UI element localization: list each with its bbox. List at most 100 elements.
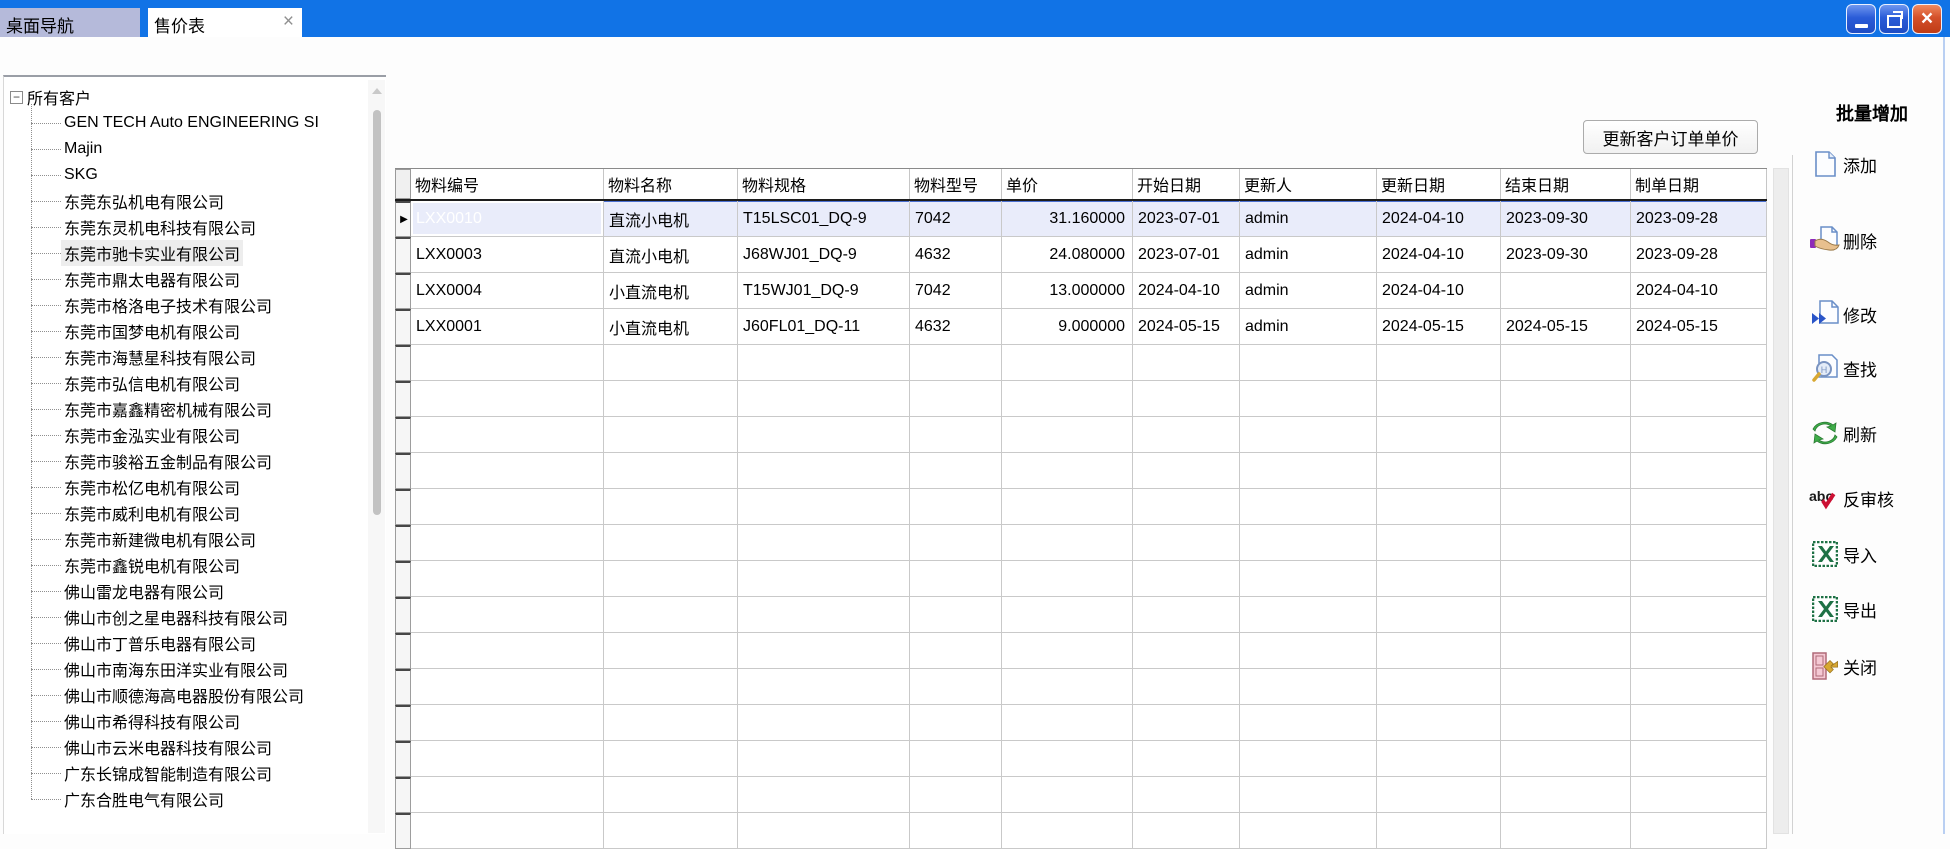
tree-root-all-customers[interactable]: − 所有客户 <box>4 84 386 110</box>
table-cell[interactable] <box>738 705 910 741</box>
table-cell[interactable] <box>910 453 1002 489</box>
table-cell[interactable]: 2023-09-30 <box>1501 201 1631 237</box>
table-cell[interactable]: 2023-09-30 <box>1501 237 1631 273</box>
table-cell[interactable] <box>1631 489 1767 525</box>
table-cell[interactable] <box>604 453 738 489</box>
column-header-9[interactable]: 结束日期 <box>1501 169 1631 199</box>
table-cell[interactable] <box>910 597 1002 633</box>
table-row[interactable] <box>395 705 1767 741</box>
table-cell[interactable] <box>738 489 910 525</box>
table-cell[interactable]: 4632 <box>910 309 1002 345</box>
tree-item-customer[interactable]: 广东长锦成智能制造有限公司 <box>31 760 386 786</box>
column-header-10[interactable]: 制单日期 <box>1631 169 1767 199</box>
tree-item-customer[interactable]: 佛山市云米电器科技有限公司 <box>31 734 386 760</box>
table-cell[interactable] <box>1631 669 1767 705</box>
table-cell[interactable] <box>411 561 604 597</box>
table-cell[interactable] <box>1240 417 1377 453</box>
table-cell[interactable] <box>1377 345 1501 381</box>
table-cell[interactable] <box>1377 597 1501 633</box>
scroll-up-icon[interactable] <box>372 88 382 94</box>
tree-item-customer[interactable]: 东莞市弘信电机有限公司 <box>31 370 386 396</box>
row-header-cell[interactable]: ▶ <box>395 201 411 237</box>
table-cell[interactable] <box>1240 453 1377 489</box>
table-cell[interactable]: LXX0001 <box>411 309 604 345</box>
table-cell[interactable] <box>1501 453 1631 489</box>
table-cell[interactable] <box>411 489 604 525</box>
tree-item-customer[interactable]: SKG <box>31 162 386 188</box>
delete-hand-button[interactable]: 删除 <box>1808 224 1877 256</box>
table-cell[interactable] <box>1631 813 1767 849</box>
table-cell[interactable] <box>1002 345 1133 381</box>
table-cell[interactable]: 直流小电机 <box>604 201 738 237</box>
table-cell[interactable] <box>910 561 1002 597</box>
table-cell[interactable] <box>1501 705 1631 741</box>
table-cell[interactable] <box>604 381 738 417</box>
table-cell[interactable] <box>604 417 738 453</box>
table-cell[interactable] <box>910 525 1002 561</box>
table-row[interactable] <box>395 633 1767 669</box>
table-cell[interactable] <box>1631 705 1767 741</box>
table-cell[interactable] <box>1631 381 1767 417</box>
table-row[interactable] <box>395 453 1767 489</box>
grid-scrollbar[interactable] <box>1773 168 1789 834</box>
table-cell[interactable] <box>910 669 1002 705</box>
tree-item-customer[interactable]: 东莞市海慧星科技有限公司 <box>31 344 386 370</box>
tree-item-customer[interactable]: 东莞市鑫锐电机有限公司 <box>31 552 386 578</box>
table-cell[interactable]: T15LSC01_DQ-9 <box>738 201 910 237</box>
table-cell[interactable] <box>411 669 604 705</box>
tree-item-customer[interactable]: 东莞市威利电机有限公司 <box>31 500 386 526</box>
tree-item-customer[interactable]: 东莞市嘉鑫精密机械有限公司 <box>31 396 386 422</box>
table-cell[interactable] <box>411 381 604 417</box>
table-cell[interactable] <box>910 489 1002 525</box>
row-header-cell[interactable] <box>395 705 411 741</box>
table-cell[interactable] <box>1133 561 1240 597</box>
table-cell[interactable]: admin <box>1240 273 1377 309</box>
table-cell[interactable] <box>1501 669 1631 705</box>
table-cell[interactable] <box>738 741 910 777</box>
table-cell[interactable] <box>1501 489 1631 525</box>
table-cell[interactable] <box>910 813 1002 849</box>
table-cell[interactable]: 31.160000 <box>1002 201 1133 237</box>
table-cell[interactable] <box>1501 561 1631 597</box>
table-cell[interactable] <box>1501 633 1631 669</box>
tree-item-customer[interactable]: 佛山市南海东田洋实业有限公司 <box>31 656 386 682</box>
row-header-cell[interactable] <box>395 489 411 525</box>
table-cell[interactable] <box>1501 777 1631 813</box>
table-cell[interactable] <box>1631 525 1767 561</box>
table-cell[interactable] <box>604 597 738 633</box>
tree-item-customer[interactable]: 东莞市松亿电机有限公司 <box>31 474 386 500</box>
table-cell[interactable]: 2024-05-15 <box>1377 309 1501 345</box>
table-cell[interactable] <box>604 345 738 381</box>
row-header-cell[interactable] <box>395 633 411 669</box>
table-cell[interactable] <box>1133 345 1240 381</box>
table-cell[interactable] <box>1240 669 1377 705</box>
table-cell[interactable] <box>1377 381 1501 417</box>
table-cell[interactable] <box>738 561 910 597</box>
table-cell[interactable] <box>1501 741 1631 777</box>
table-row[interactable]: LXX0003直流小电机J68WJ01_DQ-9463224.080000202… <box>395 237 1767 273</box>
table-cell[interactable]: LXX0004 <box>411 273 604 309</box>
table-cell[interactable]: 9.000000 <box>1002 309 1133 345</box>
table-cell[interactable] <box>1133 525 1240 561</box>
table-row[interactable] <box>395 777 1767 813</box>
tree-item-customer[interactable]: 东莞市新建微电机有限公司 <box>31 526 386 552</box>
table-cell[interactable] <box>1133 741 1240 777</box>
table-cell[interactable]: admin <box>1240 201 1377 237</box>
unaudit-button[interactable]: abc反审核 <box>1808 482 1894 514</box>
tree-item-customer[interactable]: Majin <box>31 136 386 162</box>
table-cell[interactable] <box>411 345 604 381</box>
tree-item-customer[interactable]: 佛山市希得科技有限公司 <box>31 708 386 734</box>
table-cell[interactable] <box>1501 381 1631 417</box>
table-cell[interactable]: 直流小电机 <box>604 237 738 273</box>
table-cell[interactable] <box>411 417 604 453</box>
table-row[interactable] <box>395 597 1767 633</box>
table-cell[interactable]: 小直流电机 <box>604 309 738 345</box>
table-cell[interactable] <box>1133 381 1240 417</box>
table-cell[interactable] <box>1240 381 1377 417</box>
table-cell[interactable]: 13.000000 <box>1002 273 1133 309</box>
table-cell[interactable] <box>604 525 738 561</box>
table-cell[interactable] <box>738 525 910 561</box>
table-cell[interactable] <box>1002 381 1133 417</box>
tree-scrollbar[interactable] <box>368 80 385 833</box>
table-cell[interactable] <box>1240 345 1377 381</box>
